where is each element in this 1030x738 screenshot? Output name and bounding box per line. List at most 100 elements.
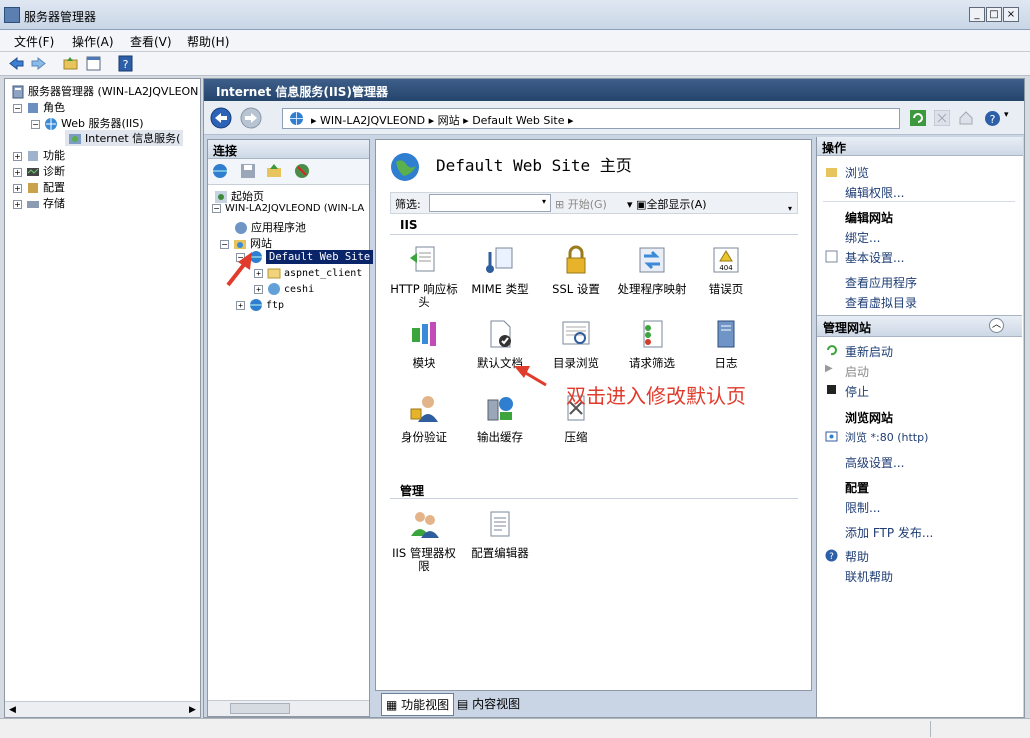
scroll-right-icon[interactable]: ▶ — [189, 705, 196, 715]
help-icon[interactable]: ? — [117, 55, 134, 72]
filter-input[interactable] — [429, 194, 551, 212]
action-basic-settings[interactable]: 基本设置... — [845, 249, 904, 266]
action-online-help[interactable]: 联机帮助 — [845, 568, 893, 585]
up-folder-icon[interactable] — [62, 55, 79, 72]
collapse-icon[interactable]: − — [236, 252, 245, 262]
forward-nav-icon[interactable] — [240, 107, 262, 129]
expand-icon[interactable]: + — [13, 151, 22, 161]
addr-crumb-server[interactable]: WIN-LA2JQVLEOND — [320, 114, 425, 127]
close-button[interactable]: × — [1003, 7, 1019, 22]
conn-ftp[interactable]: + ftp — [236, 298, 284, 312]
action-view-apps[interactable]: 查看应用程序 — [845, 274, 917, 291]
tree-diagnostics[interactable]: + 诊断 — [13, 163, 65, 179]
address-box[interactable]: ▸ WIN-LA2JQVLEOND ▸ 网站 ▸ Default Web Sit… — [282, 108, 900, 129]
start-filter-button[interactable]: ⊞ 开始(G) — [555, 196, 607, 212]
feature-logging[interactable]: 日志 — [690, 318, 762, 370]
action-help[interactable]: 帮助 — [845, 548, 869, 565]
addr-crumb-site[interactable]: Default Web Site — [472, 114, 564, 127]
minimize-button[interactable]: _ — [969, 7, 985, 22]
feature-default-document[interactable]: 默认文档 — [464, 318, 536, 370]
scroll-thumb[interactable] — [230, 703, 290, 714]
conn-server[interactable]: − WIN-LA2JQVLEOND (WIN-LA — [212, 203, 364, 214]
tree-iis-manager[interactable]: Internet 信息服务( — [65, 130, 184, 146]
collapse-icon[interactable]: − — [13, 103, 22, 113]
tree-roles[interactable]: − 角色 — [13, 99, 65, 115]
save-icon[interactable] — [240, 163, 256, 179]
feature-config-editor[interactable]: 配置编辑器 — [464, 508, 536, 560]
maximize-button[interactable]: □ — [986, 7, 1002, 22]
action-restart[interactable]: 重新启动 — [845, 343, 893, 360]
show-all-button[interactable]: ▾ ▣全部显示(A) — [627, 196, 707, 212]
expand-icon[interactable]: + — [236, 300, 245, 310]
expand-icon[interactable]: + — [254, 268, 263, 278]
feature-directory-browsing[interactable]: 目录浏览 — [540, 318, 612, 370]
tree-features[interactable]: + 功能 — [13, 147, 65, 163]
menu-view[interactable]: 查看(V) — [130, 33, 172, 50]
scroll-left-icon[interactable]: ◀ — [9, 705, 16, 715]
action-limits[interactable]: 限制... — [845, 499, 880, 516]
manage-site-header[interactable]: 管理网站 ︿ — [817, 315, 1022, 337]
tree-storage[interactable]: + 存储 — [13, 195, 65, 211]
conn-ceshi[interactable]: + ceshi — [254, 282, 314, 296]
help-dropdown-icon[interactable]: ▾ — [1004, 110, 1009, 120]
back-arrow-icon[interactable] — [8, 55, 25, 72]
feature-handler-mappings[interactable]: 处理程序映射 — [616, 244, 688, 296]
action-view-vdirs[interactable]: 查看虚拟目录 — [845, 294, 917, 311]
action-stop[interactable]: 停止 — [845, 383, 869, 400]
conn-start-page[interactable]: 起始页 — [214, 188, 264, 204]
forward-arrow-icon[interactable] — [30, 55, 47, 72]
action-advanced-settings[interactable]: 高级设置... — [845, 454, 904, 471]
menu-action[interactable]: 操作(A) — [72, 33, 114, 50]
filter-dropdown-icon[interactable]: ▾ — [542, 197, 546, 206]
feature-iis-manager-permissions[interactable]: IIS 管理器权限 — [388, 508, 460, 573]
menu-file[interactable]: 文件(F) — [14, 33, 54, 50]
action-browse-80[interactable]: 浏览 *:80 (http) — [845, 429, 928, 445]
collapse-chevron-icon[interactable]: ︿ — [989, 318, 1004, 333]
collapse-icon[interactable]: − — [31, 119, 40, 129]
tree-web-server[interactable]: − Web 服务器(IIS) — [31, 115, 144, 131]
addr-crumb-sites[interactable]: 网站 — [438, 114, 460, 127]
tab-content-view[interactable]: ▤ 内容视图 — [457, 695, 520, 712]
feature-ssl-settings[interactable]: SSL 设置 — [540, 244, 612, 296]
expand-icon[interactable]: + — [13, 199, 22, 209]
tree-diagnostics-label: 诊断 — [43, 165, 65, 178]
tree-config[interactable]: + 配置 — [13, 179, 65, 195]
action-bindings[interactable]: 绑定... — [845, 229, 880, 246]
help-circle-icon[interactable]: ? — [984, 110, 1001, 127]
tree-root[interactable]: 服务器管理器 (WIN-LA2JQVLEON — [11, 83, 198, 99]
feature-modules[interactable]: 模块 — [388, 318, 460, 370]
action-browse[interactable]: 浏览 — [845, 164, 869, 181]
action-add-ftp[interactable]: 添加 FTP 发布... — [845, 524, 933, 541]
connect-globe-icon[interactable] — [212, 163, 228, 179]
expand-icon[interactable]: + — [254, 284, 263, 294]
collapse-icon[interactable]: − — [220, 239, 229, 249]
refresh-icon[interactable] — [910, 110, 926, 126]
left-h-scrollbar[interactable]: ◀ ▶ — [5, 701, 200, 717]
conn-app-pools[interactable]: 应用程序池 — [234, 219, 306, 235]
conn-aspnet[interactable]: + aspnet_client — [254, 266, 362, 280]
collapse-icon[interactable]: − — [212, 203, 221, 213]
feature-http-headers[interactable]: HTTP 响应标头 — [388, 244, 460, 309]
back-nav-icon[interactable] — [210, 107, 232, 129]
scroll-down-icon[interactable]: ▾ — [788, 204, 798, 216]
conn-default-site[interactable]: − Default Web Site — [236, 250, 374, 264]
feature-mime-types[interactable]: MIME 类型 — [464, 244, 536, 296]
feature-request-filtering[interactable]: 请求筛选 — [616, 318, 688, 370]
feature-output-caching[interactable]: 输出缓存 — [464, 392, 536, 444]
expand-icon[interactable]: + — [13, 183, 22, 193]
feature-authentication[interactable]: 身份验证 — [388, 392, 460, 444]
up-folder-icon[interactable] — [266, 163, 282, 179]
feature-error-pages[interactable]: 404 错误页 — [690, 244, 762, 296]
feature-label: 错误页 — [708, 282, 744, 296]
conn-h-scrollbar[interactable] — [208, 700, 369, 716]
expand-icon[interactable]: + — [13, 167, 22, 177]
properties-icon[interactable] — [85, 55, 102, 72]
action-start[interactable]: 启动 — [845, 363, 869, 380]
stop-icon[interactable] — [934, 110, 950, 126]
disconnect-icon[interactable] — [294, 163, 310, 179]
action-edit-permissions[interactable]: 编辑权限... — [845, 184, 904, 201]
tab-feature-view[interactable]: ▦ 功能视图 — [381, 693, 455, 716]
menu-help[interactable]: 帮助(H) — [187, 33, 229, 50]
home-icon[interactable] — [958, 110, 974, 126]
conn-sites[interactable]: − 网站 — [220, 235, 272, 251]
